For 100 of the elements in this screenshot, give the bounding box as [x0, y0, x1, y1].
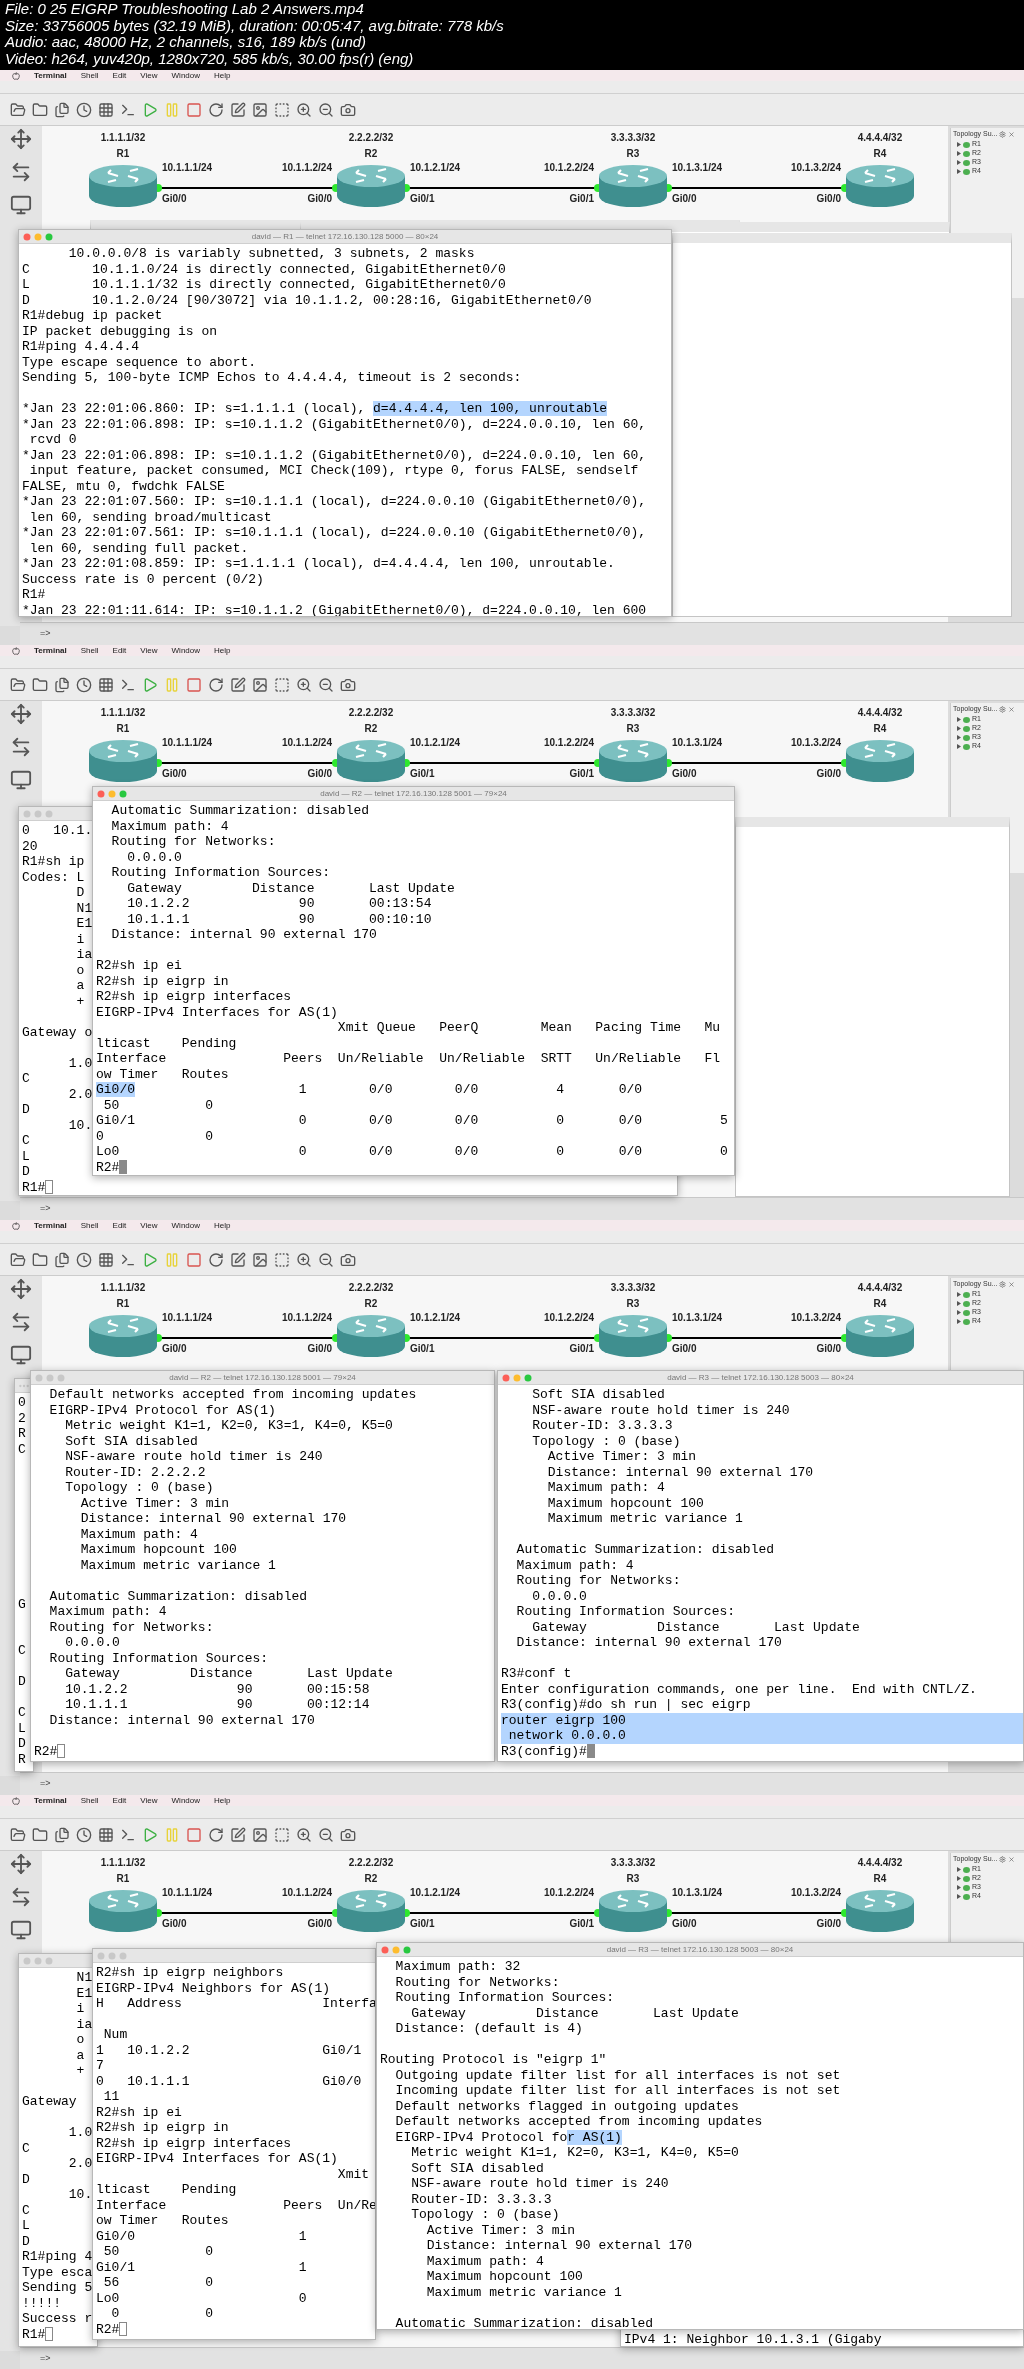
menu-item[interactable]: View — [140, 1220, 158, 1232]
camera-icon[interactable] — [340, 101, 356, 118]
reload-icon[interactable] — [208, 676, 224, 693]
zoom-in-icon[interactable] — [296, 1826, 312, 1843]
menu-item[interactable]: Window — [171, 645, 200, 657]
arrows-icon[interactable] — [10, 736, 32, 758]
files-icon[interactable] — [54, 1826, 70, 1843]
router-icon[interactable] — [88, 1314, 158, 1358]
arrows-icon[interactable] — [10, 1886, 32, 1908]
edit-icon[interactable] — [230, 101, 246, 118]
zoom-in-icon[interactable] — [296, 1251, 312, 1268]
monitor-icon[interactable] — [10, 769, 32, 791]
folder-open-icon[interactable] — [10, 1251, 26, 1268]
clock-icon[interactable] — [76, 101, 92, 118]
grid-icon[interactable] — [98, 101, 114, 118]
router-icon[interactable] — [88, 1889, 158, 1933]
files-icon[interactable] — [54, 676, 70, 693]
clock-icon[interactable] — [76, 1826, 92, 1843]
move-icon[interactable] — [10, 128, 32, 150]
menu-item[interactable]: Shell — [80, 645, 99, 657]
zoom-out-icon[interactable] — [318, 1826, 334, 1843]
stop-icon[interactable] — [186, 1251, 202, 1268]
move-icon[interactable] — [10, 1278, 32, 1300]
image-icon[interactable] — [252, 676, 268, 693]
router-icon[interactable] — [845, 1314, 915, 1358]
menu-item[interactable]: View — [140, 70, 158, 82]
menu-item[interactable]: View — [140, 1795, 158, 1807]
edit-icon[interactable] — [230, 1251, 246, 1268]
zoom-in-icon[interactable] — [296, 676, 312, 693]
apple-icon[interactable] — [12, 646, 20, 655]
menu-item[interactable]: Help — [214, 1220, 231, 1232]
menu-item[interactable]: Edit — [112, 1220, 127, 1232]
stop-icon[interactable] — [186, 676, 202, 693]
stop-icon[interactable] — [186, 1826, 202, 1843]
zoom-out-icon[interactable] — [318, 676, 334, 693]
router-icon[interactable] — [336, 164, 406, 208]
menu-item[interactable]: Terminal — [34, 1220, 67, 1232]
menu-item[interactable]: Terminal — [34, 645, 67, 657]
reload-icon[interactable] — [208, 1251, 224, 1268]
menu-item[interactable]: Help — [214, 645, 231, 657]
files-icon[interactable] — [54, 1251, 70, 1268]
menu-item[interactable]: Terminal — [34, 70, 67, 82]
monitor-icon[interactable] — [10, 194, 32, 216]
router-icon[interactable] — [598, 1889, 668, 1933]
close-icon[interactable] — [1008, 1280, 1016, 1288]
grid-icon[interactable] — [98, 1251, 114, 1268]
stop-icon[interactable] — [186, 101, 202, 118]
close-icon[interactable] — [1008, 1855, 1016, 1863]
menu-item[interactable]: Edit — [112, 1795, 127, 1807]
router-icon[interactable] — [336, 739, 406, 783]
camera-icon[interactable] — [340, 1826, 356, 1843]
menu-item[interactable]: Terminal — [34, 1795, 67, 1807]
menu-item[interactable]: Shell — [80, 1220, 99, 1232]
image-icon[interactable] — [252, 101, 268, 118]
monitor-icon[interactable] — [10, 1344, 32, 1366]
router-icon[interactable] — [336, 1889, 406, 1933]
move-icon[interactable] — [10, 1853, 32, 1875]
edit-icon[interactable] — [230, 1826, 246, 1843]
files-icon[interactable] — [54, 101, 70, 118]
menu-item[interactable]: Help — [214, 70, 231, 82]
settings-icon[interactable] — [999, 1280, 1007, 1288]
menu-item[interactable]: View — [140, 645, 158, 657]
image-icon[interactable] — [252, 1251, 268, 1268]
folder-icon[interactable] — [32, 1826, 48, 1843]
menu-item[interactable]: Shell — [80, 1795, 99, 1807]
folder-icon[interactable] — [32, 101, 48, 118]
grid-icon[interactable] — [98, 1826, 114, 1843]
edit-icon[interactable] — [230, 676, 246, 693]
apple-icon[interactable] — [12, 1796, 20, 1805]
clock-icon[interactable] — [76, 676, 92, 693]
menu-item[interactable]: Window — [171, 1220, 200, 1232]
dashed-rectangle-icon[interactable] — [274, 101, 290, 118]
monitor-icon[interactable] — [10, 1919, 32, 1941]
router-icon[interactable] — [845, 164, 915, 208]
router-icon[interactable] — [88, 739, 158, 783]
menu-item[interactable]: Window — [171, 70, 200, 82]
folder-open-icon[interactable] — [10, 1826, 26, 1843]
grid-icon[interactable] — [98, 676, 114, 693]
router-icon[interactable] — [88, 164, 158, 208]
image-icon[interactable] — [252, 1826, 268, 1843]
zoom-out-icon[interactable] — [318, 101, 334, 118]
dashed-rectangle-icon[interactable] — [274, 1826, 290, 1843]
menu-item[interactable]: Window — [171, 1795, 200, 1807]
close-icon[interactable] — [1008, 705, 1016, 713]
dashed-rectangle-icon[interactable] — [274, 676, 290, 693]
router-icon[interactable] — [598, 739, 668, 783]
menu-item[interactable]: Help — [214, 1795, 231, 1807]
zoom-out-icon[interactable] — [318, 1251, 334, 1268]
arrows-icon[interactable] — [10, 161, 32, 183]
dashed-rectangle-icon[interactable] — [274, 1251, 290, 1268]
router-icon[interactable] — [336, 1314, 406, 1358]
settings-icon[interactable] — [999, 1855, 1007, 1863]
settings-icon[interactable] — [999, 705, 1007, 713]
folder-open-icon[interactable] — [10, 676, 26, 693]
folder-icon[interactable] — [32, 676, 48, 693]
apple-icon[interactable] — [12, 1221, 20, 1230]
camera-icon[interactable] — [340, 1251, 356, 1268]
router-icon[interactable] — [598, 164, 668, 208]
router-icon[interactable] — [845, 1889, 915, 1933]
close-icon[interactable] — [1008, 130, 1016, 138]
